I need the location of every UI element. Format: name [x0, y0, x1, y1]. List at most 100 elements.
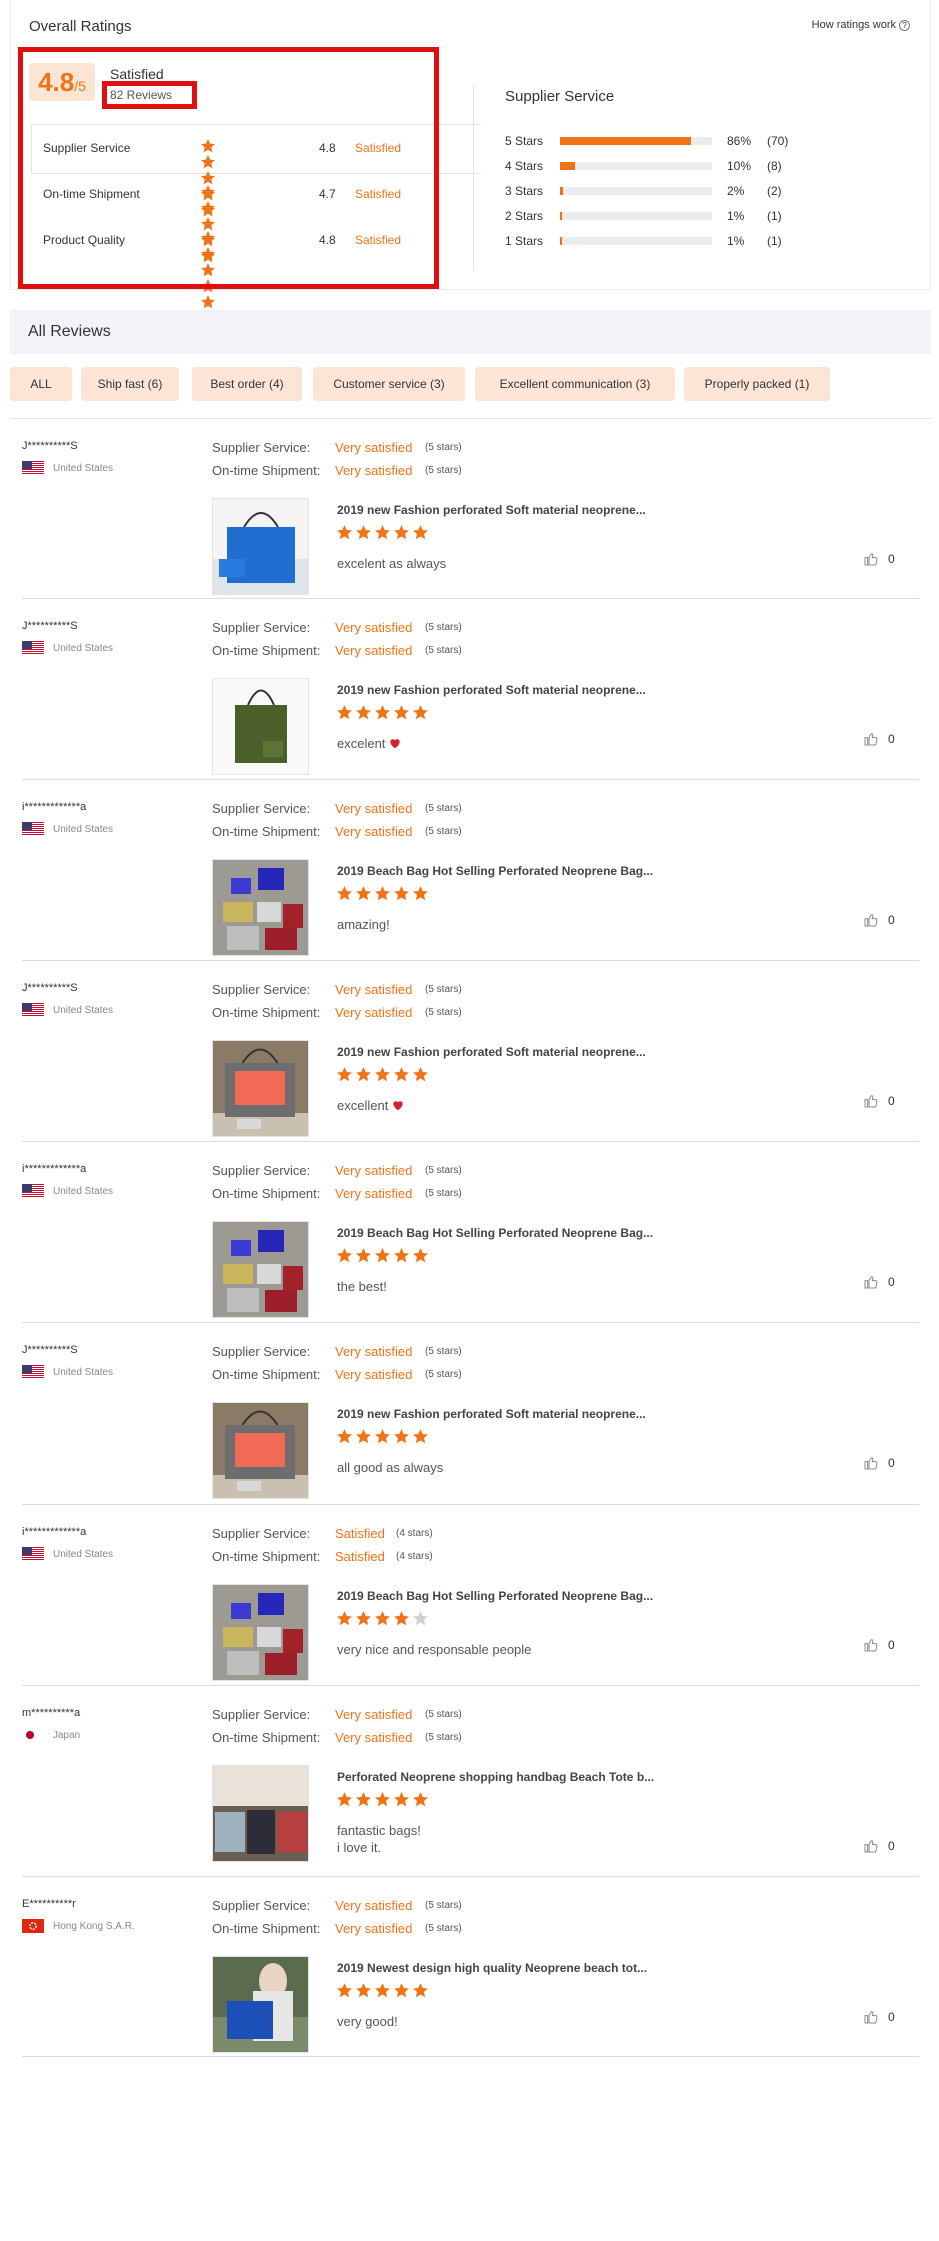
reviewer-country: United States	[53, 1549, 114, 1560]
distribution-bar-fill	[560, 237, 562, 245]
review-comment-line: excelent as always	[337, 556, 447, 571]
supplier-service-value: Very satisfied	[335, 801, 413, 816]
how-ratings-work-link[interactable]: How ratings work?	[812, 19, 910, 31]
help-icon[interactable]: ?	[899, 20, 910, 31]
overall-ratings-panel: Overall Ratings How ratings work? 4.8/5 …	[10, 0, 931, 309]
reviewer-name: i*************a	[22, 1163, 87, 1175]
star-icon	[355, 1610, 372, 1627]
like-count: 0	[888, 1275, 895, 1289]
distribution-count: (70)	[767, 134, 789, 148]
like-icon[interactable]	[863, 1838, 879, 1854]
review-tag-4[interactable]: Excellent communication (3)	[475, 367, 675, 401]
like-icon[interactable]	[863, 1274, 879, 1290]
us-flag-icon	[22, 641, 44, 655]
star-icon	[355, 1428, 372, 1445]
reviewer-name: E**********r	[22, 1898, 76, 1910]
ontime-shipment-value: Very satisfied	[335, 1367, 413, 1382]
like-count: 0	[888, 552, 895, 566]
star-icon	[374, 524, 391, 541]
product-thumbnail[interactable]	[212, 859, 309, 956]
star-icon	[336, 524, 353, 541]
ontime-shipment-value: Very satisfied	[335, 1005, 413, 1020]
review-item: i*************a United States Supplier Ser…	[0, 1142, 939, 1323]
all-reviews-header: All Reviews	[10, 310, 931, 354]
like-icon[interactable]	[863, 731, 879, 747]
product-title-link[interactable]: Perforated Neoprene shopping handbag Bea…	[337, 1770, 654, 1784]
product-title-link[interactable]: 2019 Beach Bag Hot Selling Perforated Ne…	[337, 1589, 653, 1603]
like-count: 0	[888, 1839, 895, 1853]
product-thumbnail[interactable]	[212, 1956, 309, 2053]
product-title-link[interactable]: 2019 new Fashion perforated Soft materia…	[337, 503, 646, 517]
like-icon[interactable]	[863, 912, 879, 928]
product-thumbnail[interactable]	[212, 1221, 309, 1318]
ontime-shipment-label: On-time Shipment:	[212, 1186, 321, 1201]
review-comment-line: excelent	[337, 736, 386, 751]
ontime-shipment-value: Very satisfied	[335, 1186, 413, 1201]
all-reviews-title: All Reviews	[28, 323, 111, 340]
heart-icon	[391, 1098, 405, 1116]
reviewer-country: United States	[53, 1186, 114, 1197]
review-tag-all[interactable]: ALL	[10, 367, 72, 401]
distribution-label: 3 Stars	[505, 184, 544, 198]
product-title-link[interactable]: 2019 new Fashion perforated Soft materia…	[337, 683, 646, 697]
how-ratings-work-label[interactable]: How ratings work	[812, 19, 896, 31]
supplier-service-value: Very satisfied	[335, 440, 413, 455]
distribution-percent: 2%	[727, 184, 745, 198]
like-icon[interactable]	[863, 551, 879, 567]
review-tag-1[interactable]: Ship fast (6)	[81, 367, 179, 401]
ontime-shipment-stars: (5 stars)	[425, 1007, 462, 1018]
distribution-bar-fill	[560, 187, 564, 195]
product-thumbnail[interactable]	[212, 1584, 309, 1681]
us-flag-icon	[22, 461, 44, 475]
star-icon	[355, 704, 372, 721]
like-count: 0	[888, 913, 895, 927]
product-thumbnail[interactable]	[212, 678, 309, 775]
product-title-link[interactable]: 2019 Newest design high quality Neoprene…	[337, 1961, 647, 1975]
review-tag-5[interactable]: Properly packed (1)	[684, 367, 830, 401]
like-icon[interactable]	[863, 2009, 879, 2025]
star-icon	[355, 1247, 372, 1264]
product-title-link[interactable]: 2019 Beach Bag Hot Selling Perforated Ne…	[337, 864, 653, 878]
star-icon	[336, 1982, 353, 1999]
overall-ratings-title: Overall Ratings	[29, 18, 132, 35]
ontime-shipment-value: Very satisfied	[335, 824, 413, 839]
review-comment: all good as always	[337, 1459, 443, 1476]
product-thumbnail[interactable]	[212, 1765, 309, 1862]
like-icon[interactable]	[863, 1637, 879, 1653]
supplier-service-label: Supplier Service:	[212, 1163, 311, 1178]
product-title-link[interactable]: 2019 new Fashion perforated Soft materia…	[337, 1407, 646, 1421]
review-comment: the best!	[337, 1278, 387, 1295]
ontime-shipment-stars: (5 stars)	[425, 1923, 462, 1934]
reviewer-country: Hong Kong S.A.R.	[53, 1921, 135, 1932]
review-comment-line: fantastic bags!	[337, 1823, 421, 1838]
ontime-shipment-stars: (5 stars)	[425, 465, 462, 476]
distribution-title: Supplier Service	[505, 88, 615, 105]
star-icon	[355, 1982, 372, 1999]
product-title-link[interactable]: 2019 Beach Bag Hot Selling Perforated Ne…	[337, 1226, 653, 1240]
ontime-shipment-stars: (5 stars)	[425, 1188, 462, 1199]
review-item: J**********S United States Supplier Servic…	[0, 599, 939, 780]
us-flag-icon	[22, 1184, 44, 1198]
star-icon	[412, 1982, 429, 1999]
jp-flag-icon	[22, 1728, 44, 1742]
ontime-shipment-value: Satisfied	[335, 1549, 385, 1564]
review-tag-3[interactable]: Customer service (3)	[313, 367, 465, 401]
distribution-label: 4 Stars	[505, 159, 544, 173]
reviewer-name: m**********a	[22, 1707, 81, 1719]
ontime-shipment-label: On-time Shipment:	[212, 1921, 321, 1936]
supplier-service-value: Very satisfied	[335, 1163, 413, 1178]
review-item: i*************a United States Supplier Ser…	[0, 780, 939, 961]
star-icon	[393, 1066, 410, 1083]
star-icon	[393, 524, 410, 541]
review-tag-2[interactable]: Best order (4)	[192, 367, 302, 401]
supplier-service-value: Very satisfied	[335, 620, 413, 635]
like-count: 0	[888, 1456, 895, 1470]
product-title-link[interactable]: 2019 new Fashion perforated Soft materia…	[337, 1045, 646, 1059]
product-thumbnail[interactable]	[212, 1040, 309, 1137]
star-icon	[393, 704, 410, 721]
like-icon[interactable]	[863, 1455, 879, 1471]
like-icon[interactable]	[863, 1093, 879, 1109]
product-thumbnail[interactable]	[212, 1402, 309, 1499]
product-thumbnail[interactable]	[212, 498, 309, 595]
ontime-shipment-label: On-time Shipment:	[212, 1730, 321, 1745]
